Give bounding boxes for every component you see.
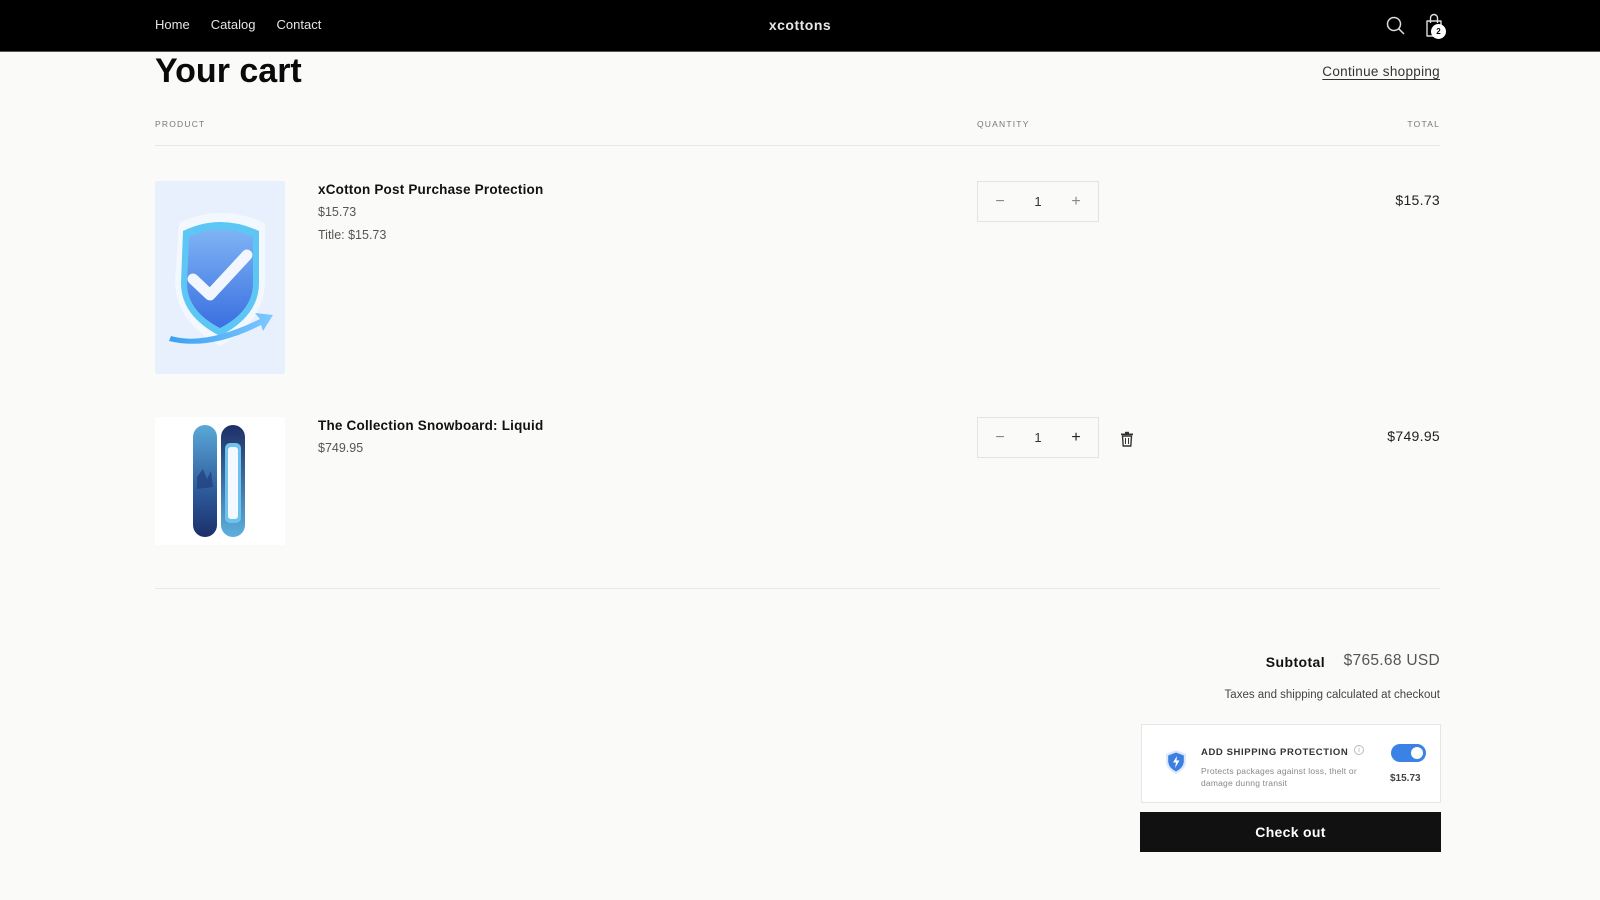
page-title: Your cart [155,52,302,90]
trash-icon[interactable] [1120,431,1134,447]
product-name[interactable]: xCotton Post Purchase Protection [318,182,543,197]
subtotal-value: $765.68 USD [1343,652,1440,669]
product-option: Title: $15.73 [318,228,387,242]
increase-quantity-button[interactable]: + [1066,429,1086,447]
snowboard-icon [193,425,245,537]
quantity-value[interactable]: 1 [1034,194,1041,209]
decrease-quantity-button[interactable]: − [990,429,1010,447]
taxes-note: Taxes and shipping calculated at checkou… [1224,689,1440,701]
line-total: $15.73 [1395,192,1440,208]
shield-lightning-icon [1166,750,1186,774]
continue-shopping-link[interactable]: Continue shopping [1322,64,1440,79]
product-price: $15.73 [318,205,357,219]
info-icon[interactable]: i [1354,745,1364,755]
subtotal-label: Subtotal [1265,654,1325,670]
column-header-total: TOTAL [1407,119,1440,129]
toggle-knob [1411,747,1423,759]
increase-quantity-button[interactable]: + [1066,193,1086,211]
header-divider [155,145,1440,146]
store-logo[interactable]: xcottons [0,17,1600,33]
items-divider [155,588,1440,589]
product-image-protection[interactable] [155,181,285,374]
decrease-quantity-button[interactable]: − [990,193,1010,211]
shipping-protection-toggle[interactable] [1391,744,1426,762]
checkout-button[interactable]: Check out [1140,812,1441,852]
quantity-stepper: − 1 + [977,181,1099,222]
site-header: Home Catalog Contact xcottons 2 [0,0,1600,52]
line-total: $749.95 [1387,428,1440,444]
shipping-protection-price: $15.73 [1390,773,1421,784]
product-name[interactable]: The Collection Snowboard: Liquid [318,418,543,433]
column-header-product: PRODUCT [155,119,206,129]
shipping-protection-title: ADD SHIPPING PROTECTION [1201,747,1349,758]
quantity-value[interactable]: 1 [1034,430,1041,445]
cart-count-badge: 2 [1431,24,1446,39]
shield-checkmark-icon [169,213,273,346]
product-image-snowboard[interactable] [155,417,285,545]
product-price: $749.95 [318,441,364,455]
shipping-protection-card: ADD SHIPPING PROTECTION i Protects packa… [1141,724,1441,803]
search-icon[interactable] [1385,15,1407,37]
shipping-protection-description: Protects packages against loss, thelt or… [1201,766,1357,788]
column-header-quantity: QUANTITY [977,119,1030,129]
quantity-stepper: − 1 + [977,417,1099,458]
